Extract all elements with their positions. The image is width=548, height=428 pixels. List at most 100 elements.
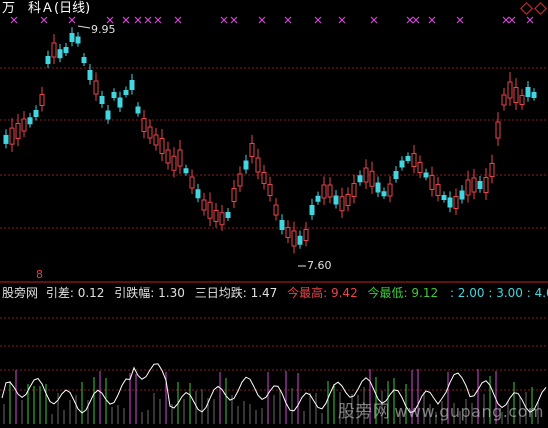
marker-x-icon — [502, 16, 510, 24]
marker-x-icon — [174, 16, 182, 24]
candle-body — [129, 80, 135, 90]
candle-body — [57, 49, 63, 59]
candle-body — [297, 235, 303, 245]
stock-title: 万 科Ａ(日线) — [2, 1, 91, 16]
watermark: 股旁网 www.gupang.com — [338, 397, 544, 422]
candle-body — [141, 118, 147, 132]
candle-body — [339, 196, 345, 212]
candle-body — [471, 177, 477, 193]
candle-body — [393, 171, 399, 179]
candle-body — [513, 87, 519, 103]
marker-x-icon — [412, 16, 420, 24]
zuidi-value: 9.12 — [411, 286, 439, 300]
price-chart[interactable]: 8 — [0, 0, 548, 428]
candle-body — [159, 138, 165, 154]
marker-x-icon — [220, 16, 228, 24]
candle-body — [309, 205, 315, 215]
candle-body — [39, 94, 45, 106]
candle-body — [69, 33, 75, 42]
candle-body — [495, 121, 501, 139]
candle-body — [273, 204, 279, 216]
candle-body — [135, 106, 141, 114]
candle-body — [531, 92, 537, 98]
signal-marker-icon: 8 — [36, 268, 43, 281]
zuidi-label: 今最低: — [367, 286, 408, 300]
candle-body — [153, 134, 159, 146]
marker-x-icon — [134, 16, 142, 24]
candle-body — [87, 70, 93, 80]
candle-body — [75, 36, 81, 44]
marker-x-icon — [338, 16, 346, 24]
candle-body — [501, 94, 507, 106]
candle-body — [33, 110, 39, 117]
yincha-label: 引差: — [45, 286, 74, 300]
candle-body — [477, 181, 483, 189]
marker-x-icon — [230, 16, 238, 24]
candle-body — [249, 143, 255, 157]
candle-body — [315, 195, 321, 202]
candle-body — [225, 212, 231, 218]
zuigao-label: 今最高: — [287, 286, 328, 300]
candle-body — [357, 175, 363, 183]
candle-body — [399, 160, 405, 168]
yincha-value: 0.12 — [77, 286, 105, 300]
candle-body — [345, 194, 351, 206]
sanri-label: 三日均跌: — [194, 286, 247, 300]
candle-body — [453, 196, 459, 209]
candle-body — [117, 97, 123, 108]
candle-body — [195, 189, 201, 199]
marker-x-icon — [154, 16, 162, 24]
candle-body — [201, 199, 207, 211]
marker-x-icon — [406, 16, 414, 24]
candle-body — [369, 170, 375, 187]
candle-body — [279, 220, 285, 230]
candle-body — [243, 160, 249, 170]
marker-x-icon — [428, 16, 436, 24]
candle-body — [387, 183, 393, 197]
candle-body — [333, 195, 339, 205]
candle-body — [519, 95, 525, 105]
candle-body — [111, 92, 117, 98]
candle-body — [21, 118, 27, 132]
yindiefu-label: 引跌幅: — [114, 286, 155, 300]
candle-body — [219, 212, 225, 226]
candle-body — [411, 153, 417, 167]
marker-x-icon — [68, 16, 76, 24]
marker-x-icon — [284, 16, 292, 24]
high-price-label: 9.95 — [91, 23, 116, 36]
candle-body — [189, 176, 195, 189]
marker-x-icon — [526, 16, 534, 24]
marker-x-icon — [258, 16, 266, 24]
candle-body — [321, 184, 327, 199]
candle-body — [183, 168, 189, 174]
candle-body — [9, 127, 15, 145]
watermark-cn: 股旁网 — [337, 402, 391, 422]
candle-body — [255, 157, 261, 173]
yindiefu-value: 1.30 — [158, 286, 185, 300]
marker-x-icon — [456, 16, 464, 24]
chart-window: 8 万 科Ａ(日线) 9.95 7.60 股旁网 引差: 0.12 引跌幅: 1… — [0, 0, 548, 428]
low-price-label: 7.60 — [307, 259, 332, 272]
candle-body — [93, 80, 99, 95]
marker-x-icon — [144, 16, 152, 24]
candle-body — [363, 167, 369, 183]
candle-body — [261, 172, 267, 184]
marker-x-icon — [508, 16, 516, 24]
candle-body — [447, 197, 453, 208]
candle-body — [177, 149, 183, 167]
marker-x-icon — [122, 16, 130, 24]
candle-body — [489, 163, 495, 177]
candle-body — [375, 182, 381, 193]
candle-body — [285, 227, 291, 238]
candle-body — [213, 210, 219, 222]
candle-body — [507, 81, 513, 99]
candle-body — [123, 90, 129, 95]
candle-body — [303, 229, 309, 241]
candle-body — [381, 191, 387, 197]
candle-body — [441, 195, 447, 200]
candle-body — [435, 184, 441, 196]
zuigao-value: 9.42 — [330, 286, 358, 300]
candle-body — [327, 184, 333, 198]
candle-body — [525, 87, 531, 97]
candle-body — [81, 57, 87, 63]
